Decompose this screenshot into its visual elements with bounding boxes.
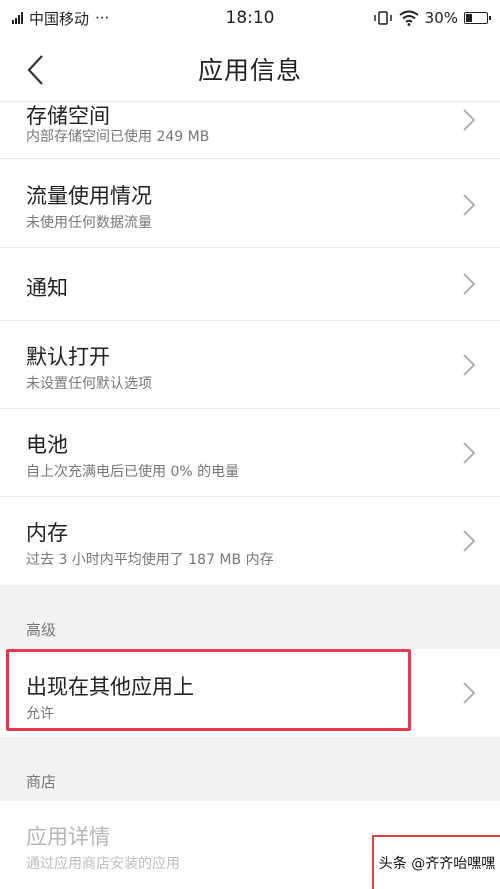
chevron-right-icon	[463, 682, 476, 704]
row-subtitle: 允许	[26, 706, 54, 722]
watermark: 头条 @齐齐咍嘿嘿	[372, 835, 500, 889]
chevron-left-icon	[27, 55, 43, 85]
carrier-label: 中国移动	[29, 9, 90, 28]
row-subtitle: 未使用任何数据流量	[26, 215, 152, 231]
row-subtitle: 未设置任何默认选项	[26, 376, 152, 392]
app-bar: 应用信息	[0, 36, 500, 102]
list-item-memory[interactable]: 内存 过去 3 小时内平均使用了 187 MB 内存	[0, 497, 500, 585]
chevron-right-icon	[463, 109, 476, 131]
row-title: 出现在其他应用上	[26, 675, 194, 699]
battery-icon	[464, 12, 491, 24]
status-left: 中国移动 ···	[12, 8, 109, 29]
list-item-storage[interactable]: 存储空间 内部存储空间已使用 249 MB	[0, 102, 500, 159]
chevron-right-icon	[463, 442, 476, 464]
chevron-right-icon	[463, 354, 476, 376]
status-bar: 中国移动 ··· 18:10 30%	[0, 0, 500, 36]
row-title: 电池	[26, 433, 68, 457]
row-title: 流量使用情况	[26, 184, 152, 208]
section-label: 商店	[26, 773, 57, 791]
status-right: 30%	[373, 9, 491, 27]
row-title: 应用详情	[26, 825, 110, 849]
list-item-data-usage[interactable]: 流量使用情况 未使用任何数据流量	[0, 160, 500, 248]
row-title: 内存	[26, 521, 68, 545]
page-title: 应用信息	[197, 55, 302, 85]
row-subtitle: 通过应用商店安装的应用	[26, 856, 180, 872]
more-indicator: ···	[95, 9, 110, 27]
row-title: 默认打开	[26, 345, 110, 369]
row-subtitle: 内部存储空间已使用 249 MB	[26, 129, 210, 145]
list-item-notifications[interactable]: 通知	[0, 248, 500, 321]
chevron-right-icon	[463, 273, 476, 295]
section-header-advanced: 高级	[0, 585, 500, 649]
chevron-right-icon	[463, 530, 476, 552]
list-item-display-over-apps[interactable]: 出现在其他应用上 允许	[0, 649, 500, 737]
row-title: 通知	[26, 276, 68, 300]
signal-icon	[12, 12, 23, 24]
list-item-open-by-default[interactable]: 默认打开 未设置任何默认选项	[0, 321, 500, 409]
vibrate-icon	[373, 11, 392, 25]
row-subtitle: 自上次充满电后已使用 0% 的电量	[26, 464, 240, 480]
battery-percent: 30%	[424, 9, 458, 27]
section-header-store: 商店	[0, 737, 500, 801]
back-button[interactable]	[18, 50, 54, 90]
list-item-battery[interactable]: 电池 自上次充满电后已使用 0% 的电量	[0, 409, 500, 497]
section-label: 高级	[26, 621, 57, 639]
row-subtitle: 过去 3 小时内平均使用了 187 MB 内存	[26, 552, 274, 568]
wifi-icon	[399, 10, 419, 26]
chevron-right-icon	[463, 194, 476, 216]
settings-list[interactable]: 存储空间 内部存储空间已使用 249 MB 流量使用情况 未使用任何数据流量 通…	[0, 102, 500, 889]
